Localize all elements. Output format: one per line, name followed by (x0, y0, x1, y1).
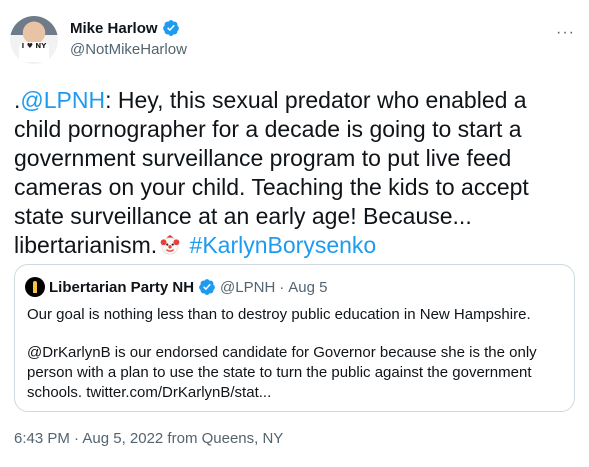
quoted-verified-badge-icon (199, 279, 215, 295)
author-display-name[interactable]: Mike Harlow (70, 20, 158, 37)
mention-link[interactable]: @LPNH (20, 87, 105, 113)
tweet-text: .@LPNH: Hey, this sexual predator who en… (14, 86, 574, 260)
verified-badge-icon (162, 20, 179, 36)
author-avatar[interactable]: I ♥ NY (10, 16, 58, 64)
quoted-paragraph-1: Our goal is nothing less than to destroy… (27, 306, 531, 323)
clown-face-emoji-icon (160, 234, 180, 255)
author-names: Mike Harlow @NotMikeHarlow (70, 19, 187, 59)
tweet-timestamp[interactable]: 6:43 PM · Aug 5, 2022 from Queens, NY (14, 430, 283, 447)
quoted-date: Aug 5 (288, 278, 328, 296)
quoted-author-name: Libertarian Party NH (49, 278, 195, 296)
quoted-author-avatar (25, 277, 45, 297)
quoted-paragraph-2: @DrKarlynB is our endorsed candidate for… (27, 344, 537, 401)
avatar-shirt: I ♥ NY (19, 42, 49, 62)
tweet-header: I ♥ NY Mike Harlow @NotMikeHarlow ··· (10, 16, 575, 64)
quoted-separator: · (279, 278, 285, 296)
tweet-card: I ♥ NY Mike Harlow @NotMikeHarlow ··· .@… (0, 0, 589, 467)
quoted-author-handle: @LPNH (220, 278, 276, 296)
quoted-tweet-text: Our goal is nothing less than to destroy… (27, 305, 567, 421)
quoted-tweet-header: Libertarian Party NH @LPNH · Aug 5 (25, 277, 328, 297)
hashtag-link[interactable]: #KarlynBorysenko (190, 232, 377, 258)
quoted-tweet[interactable]: Libertarian Party NH @LPNH · Aug 5 Our g… (14, 264, 575, 412)
avatar-shirt-text: I ♥ NY (21, 42, 47, 50)
author-handle[interactable]: @NotMikeHarlow (70, 41, 187, 58)
more-options-icon[interactable]: ··· (556, 24, 575, 42)
